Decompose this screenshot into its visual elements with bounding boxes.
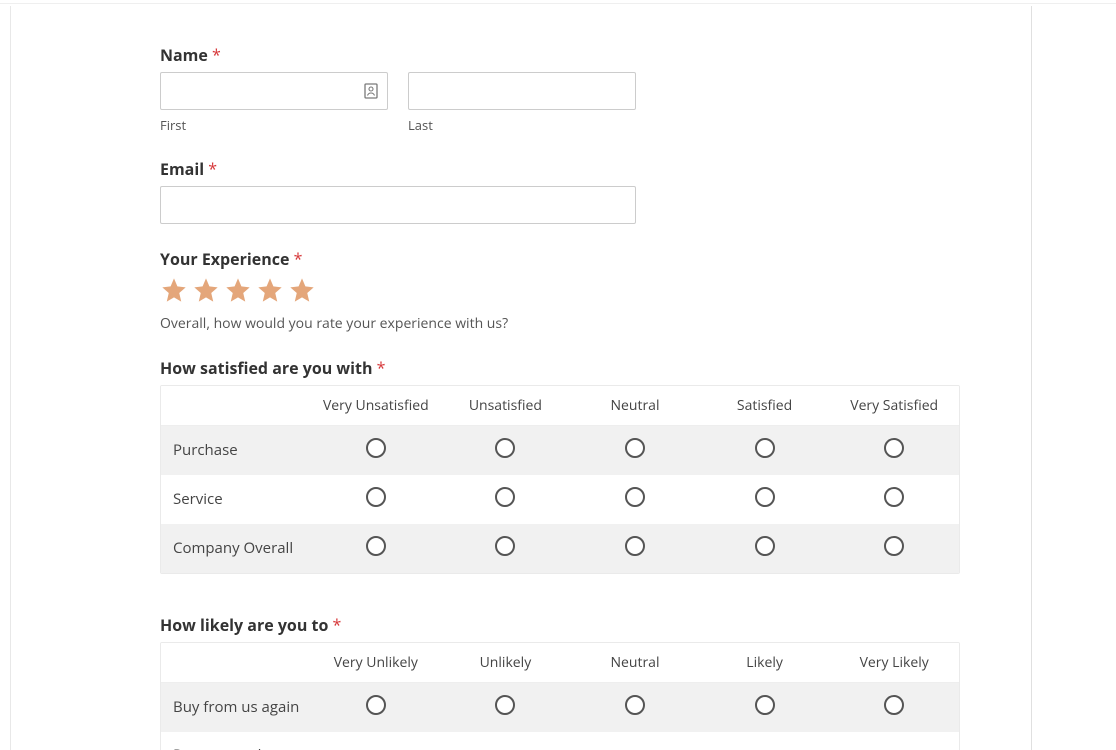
- radio-option[interactable]: [884, 438, 904, 458]
- required-marker: *: [208, 158, 217, 180]
- matrix-column-header: Unlikely: [441, 643, 571, 682]
- radio-option[interactable]: [884, 536, 904, 556]
- radio-option[interactable]: [495, 695, 515, 715]
- radio-option[interactable]: [884, 695, 904, 715]
- experience-field: Your Experience * Overall, how would you…: [160, 248, 960, 333]
- matrix-column-header: Very Unlikely: [311, 643, 441, 682]
- likelihood-field: How likely are you to * Very Unlikely Un…: [160, 614, 960, 750]
- email-label-text: Email: [160, 158, 204, 180]
- matrix-column-header: Likely: [700, 643, 830, 682]
- radio-option[interactable]: [884, 487, 904, 507]
- experience-label-text: Your Experience: [160, 248, 289, 270]
- radio-option[interactable]: [495, 438, 515, 458]
- likelihood-label: How likely are you to *: [160, 614, 960, 636]
- experience-label: Your Experience *: [160, 248, 960, 270]
- last-name-input[interactable]: [408, 72, 636, 110]
- star-icon[interactable]: [160, 276, 188, 304]
- email-label: Email *: [160, 158, 960, 180]
- radio-option[interactable]: [625, 536, 645, 556]
- likelihood-label-text: How likely are you to: [160, 614, 328, 636]
- matrix-column-header: Satisfied: [700, 386, 830, 425]
- matrix-row-label: Company Overall: [161, 525, 311, 572]
- radio-option[interactable]: [755, 695, 775, 715]
- matrix-column-header: Very Likely: [829, 643, 959, 682]
- radio-option[interactable]: [366, 438, 386, 458]
- matrix-column-header: Unsatisfied: [441, 386, 571, 425]
- radio-option[interactable]: [755, 536, 775, 556]
- required-marker: *: [377, 357, 386, 379]
- radio-option[interactable]: [625, 695, 645, 715]
- experience-description: Overall, how would you rate your experie…: [160, 314, 960, 333]
- survey-form: Name * First: [160, 44, 960, 750]
- satisfaction-matrix: Very Unsatisfied Unsatisfied Neutral Sat…: [160, 385, 960, 574]
- radio-option[interactable]: [366, 536, 386, 556]
- radio-option[interactable]: [495, 487, 515, 507]
- matrix-column-header: Very Satisfied: [829, 386, 959, 425]
- radio-option[interactable]: [755, 487, 775, 507]
- radio-option[interactable]: [755, 438, 775, 458]
- first-name-input[interactable]: [160, 72, 388, 110]
- star-icon[interactable]: [288, 276, 316, 304]
- radio-option[interactable]: [625, 438, 645, 458]
- satisfaction-field: How satisfied are you with * Very Unsati…: [160, 357, 960, 574]
- likelihood-matrix: Very Unlikely Unlikely Neutral Likely Ve…: [160, 642, 960, 750]
- star-icon[interactable]: [192, 276, 220, 304]
- matrix-row-label: Recommend our product to others: [161, 732, 311, 750]
- matrix-column-header: Very Unsatisfied: [311, 386, 441, 425]
- matrix-row: Company Overall: [161, 524, 959, 573]
- name-label-text: Name: [160, 44, 208, 66]
- required-marker: *: [294, 248, 303, 270]
- satisfaction-label-text: How satisfied are you with: [160, 357, 372, 379]
- star-icon[interactable]: [256, 276, 284, 304]
- matrix-row: Service: [161, 475, 959, 524]
- email-input[interactable]: [160, 186, 636, 224]
- matrix-row: Buy from us again: [161, 683, 959, 732]
- radio-option[interactable]: [366, 695, 386, 715]
- star-rating: [160, 276, 960, 304]
- contact-card-icon: [364, 83, 378, 99]
- matrix-column-header: Neutral: [570, 643, 700, 682]
- name-label: Name *: [160, 44, 960, 66]
- required-marker: *: [333, 614, 342, 636]
- matrix-row-label: Purchase: [161, 427, 311, 474]
- satisfaction-label: How satisfied are you with *: [160, 357, 960, 379]
- matrix-row-label: Service: [161, 476, 311, 523]
- name-field: Name * First: [160, 44, 960, 134]
- radio-option[interactable]: [625, 487, 645, 507]
- radio-option[interactable]: [366, 487, 386, 507]
- matrix-row: Recommend our product to others: [161, 732, 959, 750]
- radio-option[interactable]: [495, 536, 515, 556]
- matrix-row-label: Buy from us again: [161, 684, 311, 731]
- email-field: Email *: [160, 158, 960, 224]
- last-name-sublabel: Last: [408, 116, 636, 134]
- first-name-sublabel: First: [160, 116, 388, 134]
- matrix-row: Purchase: [161, 426, 959, 475]
- matrix-column-header: Neutral: [570, 386, 700, 425]
- required-marker: *: [212, 44, 221, 66]
- star-icon[interactable]: [224, 276, 252, 304]
